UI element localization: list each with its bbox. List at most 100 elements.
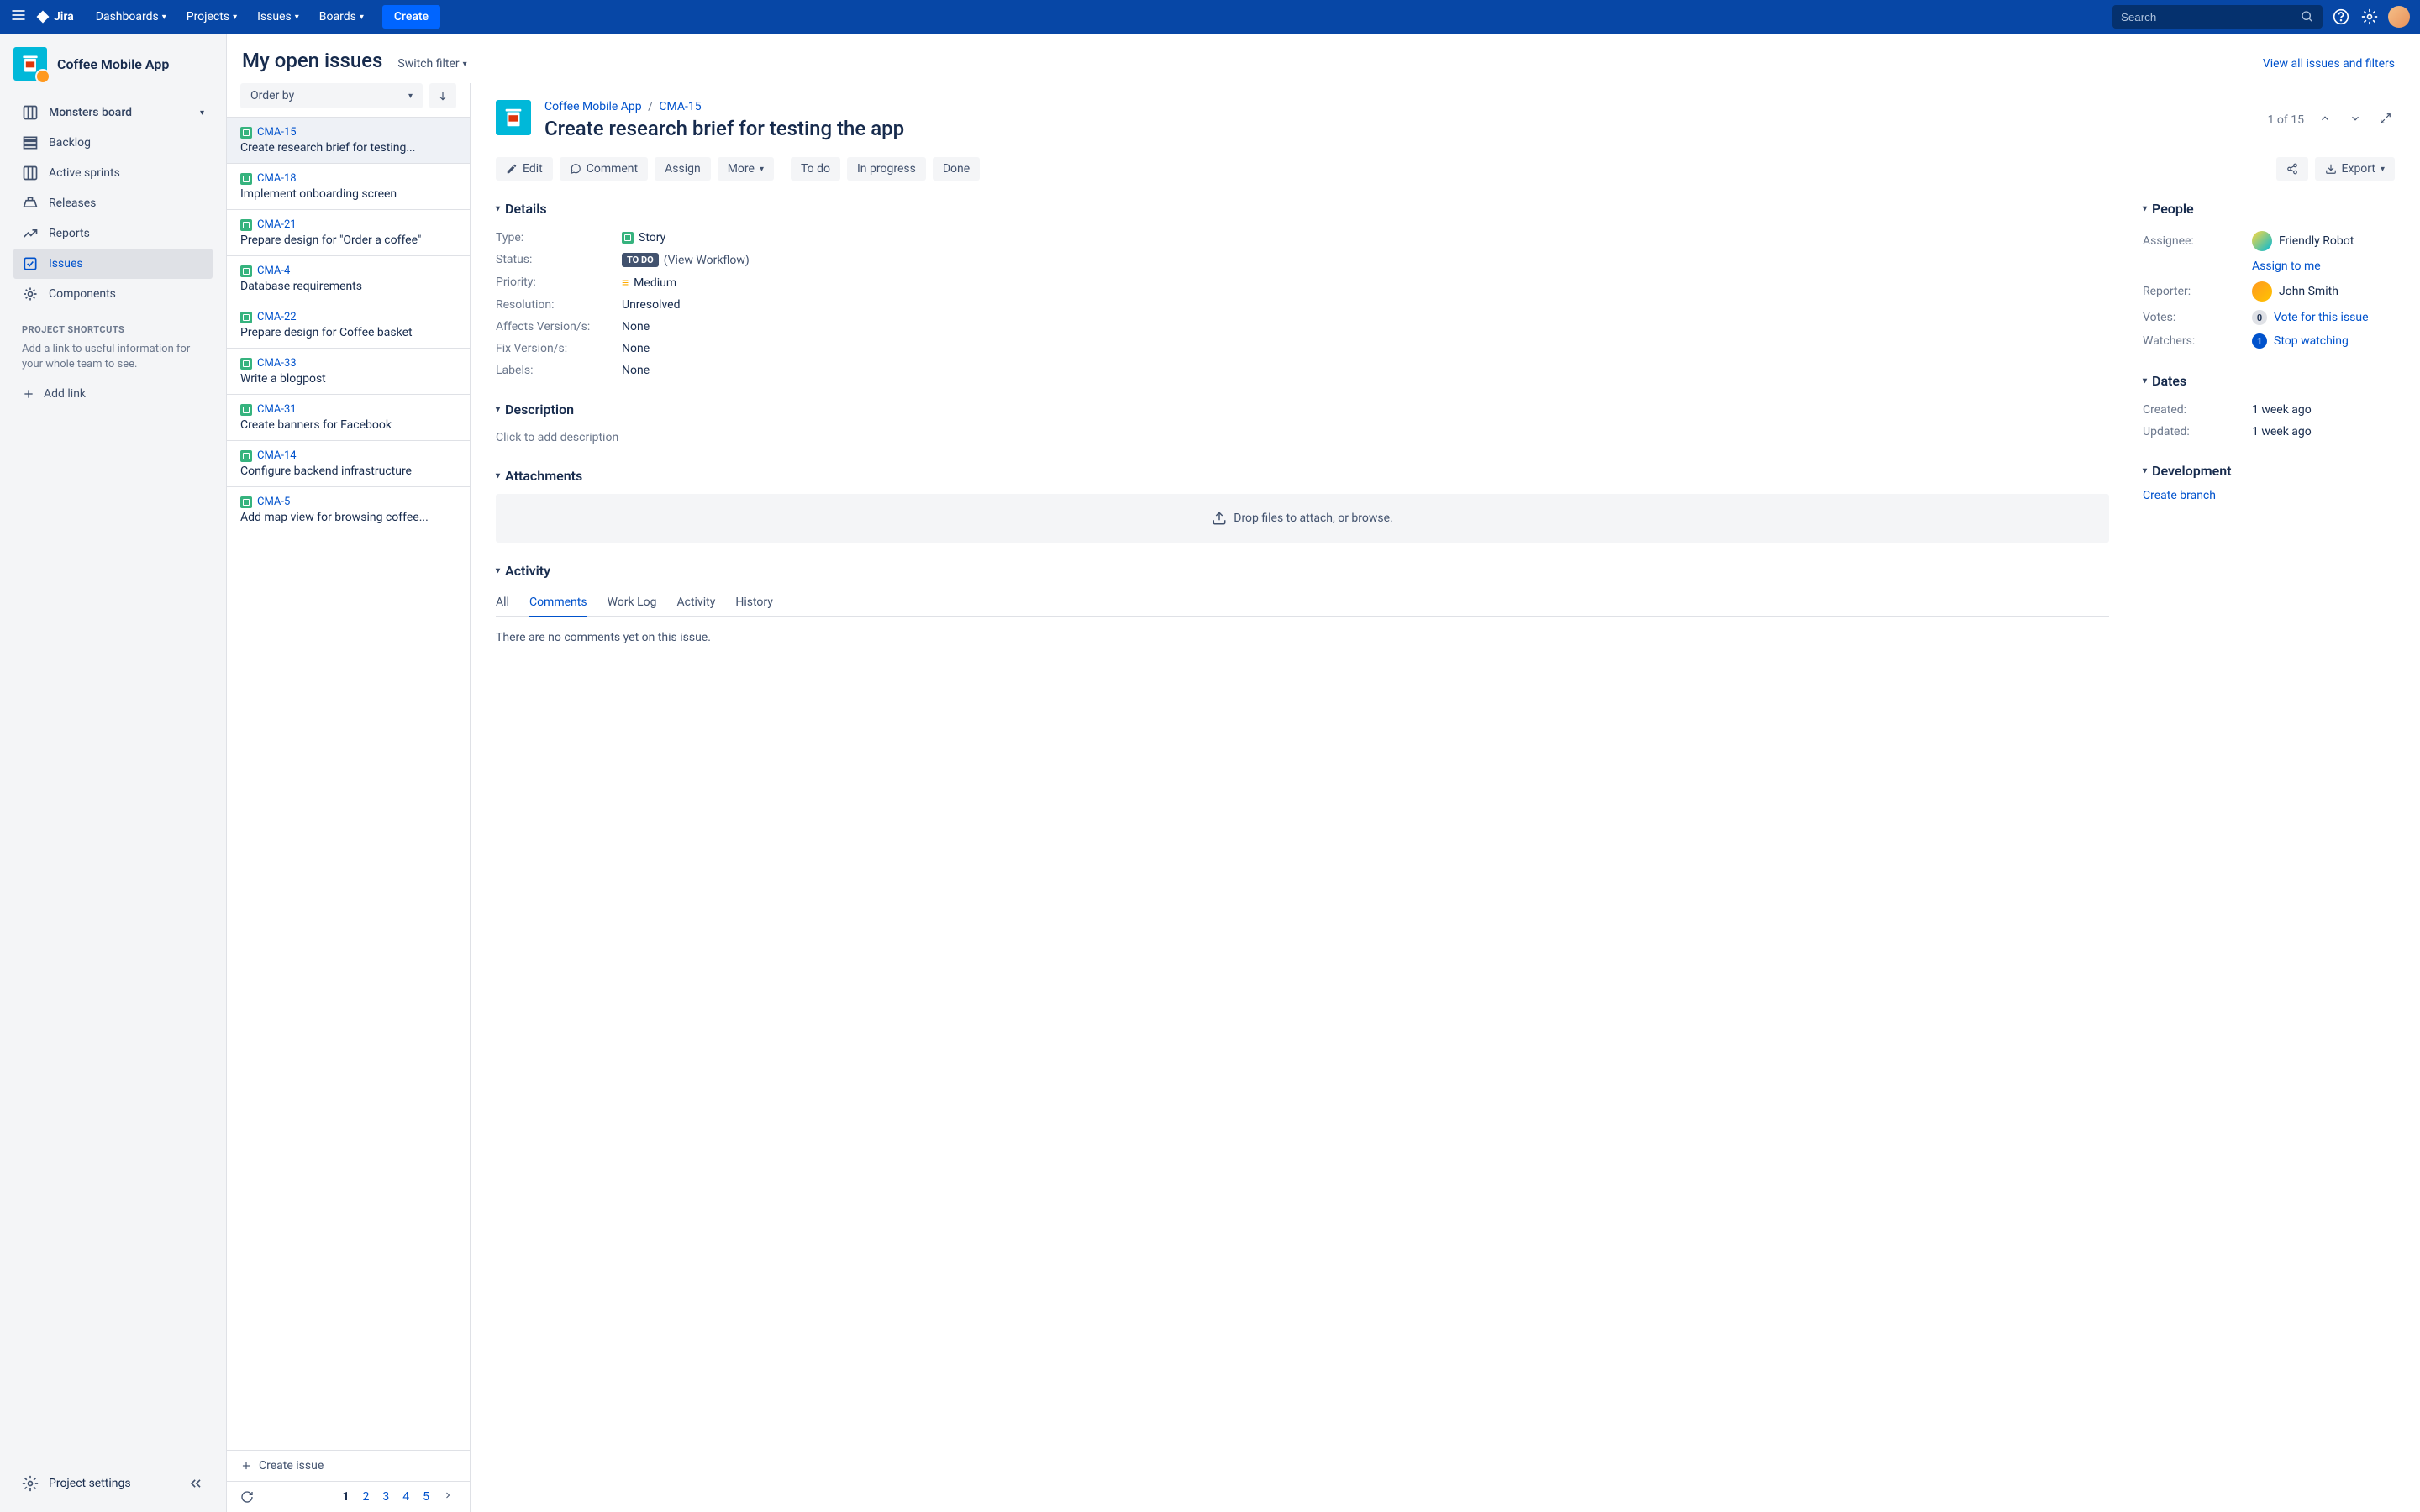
- attachments-section: Attachments Drop files to attach, or bro…: [496, 468, 2109, 543]
- sidebar-item-issues[interactable]: Issues: [13, 249, 213, 279]
- type-value: Story: [639, 231, 666, 244]
- issue-list-item[interactable]: CMA-4 Database requirements: [227, 256, 470, 302]
- people-heading[interactable]: People: [2143, 201, 2395, 217]
- search-input[interactable]: [2121, 11, 2289, 24]
- nav-projects[interactable]: Projects▾: [178, 5, 245, 29]
- next-page-button[interactable]: [439, 1488, 456, 1505]
- pagination: 12345: [227, 1482, 470, 1512]
- page-number[interactable]: 5: [419, 1488, 433, 1505]
- create-button[interactable]: Create: [382, 5, 440, 29]
- project-settings[interactable]: Project settings: [13, 1468, 213, 1499]
- board-selector[interactable]: Monsters board ▾: [13, 97, 213, 128]
- jira-logo[interactable]: Jira: [35, 9, 74, 24]
- breadcrumb-key[interactable]: CMA-15: [659, 100, 701, 113]
- vote-link[interactable]: Vote for this issue: [2274, 311, 2369, 324]
- breadcrumb-project[interactable]: Coffee Mobile App: [544, 100, 642, 113]
- next-issue-button[interactable]: [2346, 109, 2365, 131]
- create-issue-button[interactable]: Create issue: [227, 1451, 470, 1482]
- affects-value: None: [622, 320, 2109, 333]
- created-label: Created:: [2143, 403, 2252, 417]
- issue-list-item[interactable]: CMA-14 Configure backend infrastructure: [227, 441, 470, 487]
- nav-dashboards[interactable]: Dashboards▾: [87, 5, 175, 29]
- assignee-avatar: [2252, 231, 2272, 251]
- view-all-link[interactable]: View all issues and filters: [2263, 57, 2395, 71]
- issue-list-item[interactable]: CMA-31 Create banners for Facebook: [227, 395, 470, 441]
- expand-icon[interactable]: [2376, 109, 2395, 131]
- assign-to-me-link[interactable]: Assign to me: [2252, 260, 2321, 273]
- dates-heading[interactable]: Dates: [2143, 373, 2395, 389]
- status-done-button[interactable]: Done: [933, 157, 980, 181]
- add-link-button[interactable]: Add link: [13, 381, 213, 407]
- collapse-icon[interactable]: [187, 1475, 204, 1492]
- switch-filter[interactable]: Switch filter▾: [397, 57, 466, 71]
- detail-project-icon: [496, 100, 531, 135]
- issue-key: CMA-33: [257, 357, 297, 370]
- issue-list-item[interactable]: CMA-33 Write a blogpost: [227, 349, 470, 395]
- edit-button[interactable]: Edit: [496, 157, 553, 181]
- activity-tab[interactable]: Activity: [676, 589, 715, 617]
- app-switcher-icon[interactable]: [10, 7, 27, 27]
- sprints-icon: [22, 165, 39, 181]
- refresh-icon[interactable]: [240, 1490, 254, 1504]
- help-icon[interactable]: [2331, 7, 2351, 27]
- prev-issue-button[interactable]: [2316, 109, 2334, 131]
- share-button[interactable]: [2276, 157, 2308, 181]
- view-workflow-link[interactable]: (View Workflow): [664, 254, 750, 267]
- issue-list-item[interactable]: CMA-22 Prepare design for Coffee basket: [227, 302, 470, 349]
- activity-heading[interactable]: Activity: [496, 563, 2109, 579]
- nav-items: Dashboards▾ Projects▾ Issues▾ Boards▾ Cr…: [87, 5, 440, 29]
- attachments-heading[interactable]: Attachments: [496, 468, 2109, 484]
- page-number[interactable]: 3: [379, 1488, 392, 1505]
- issue-list-item[interactable]: CMA-21 Prepare design for "Order a coffe…: [227, 210, 470, 256]
- status-badge: TO DO: [622, 253, 659, 267]
- comment-button[interactable]: Comment: [560, 157, 648, 181]
- status-todo-button[interactable]: To do: [791, 157, 840, 181]
- sort-direction-button[interactable]: [429, 83, 456, 108]
- nav-issues[interactable]: Issues▾: [249, 5, 308, 29]
- story-icon: [240, 127, 252, 139]
- no-comments-text: There are no comments yet on this issue.: [496, 631, 2109, 644]
- fix-label: Fix Version/s:: [496, 342, 622, 355]
- status-inprogress-button[interactable]: In progress: [847, 157, 926, 181]
- settings-icon[interactable]: [2360, 7, 2380, 27]
- issue-list-item[interactable]: CMA-5 Add map view for browsing coffee..…: [227, 487, 470, 533]
- details-heading[interactable]: Details: [496, 201, 2109, 217]
- issue-list-item[interactable]: CMA-15 Create research brief for testing…: [227, 118, 470, 164]
- plus-icon: [22, 387, 35, 401]
- sidebar-item-releases[interactable]: Releases: [13, 188, 213, 218]
- description-heading[interactable]: Description: [496, 402, 2109, 417]
- description-placeholder[interactable]: Click to add description: [496, 428, 2109, 448]
- watch-link[interactable]: Stop watching: [2274, 334, 2349, 348]
- activity-tab[interactable]: History: [735, 589, 773, 617]
- order-by-dropdown[interactable]: Order by▾: [240, 83, 423, 108]
- more-button[interactable]: More▾: [718, 157, 774, 181]
- attachments-dropzone[interactable]: Drop files to attach, or browse.: [496, 494, 2109, 543]
- assign-button[interactable]: Assign: [655, 157, 711, 181]
- story-icon: [240, 496, 252, 508]
- user-avatar[interactable]: [2388, 6, 2410, 28]
- sidebar-item-components[interactable]: Components: [13, 279, 213, 309]
- sidebar-item-active-sprints[interactable]: Active sprints: [13, 158, 213, 188]
- page-number[interactable]: 4: [399, 1488, 413, 1505]
- issue-list-item[interactable]: CMA-18 Implement onboarding screen: [227, 164, 470, 210]
- export-button[interactable]: Export▾: [2315, 157, 2395, 181]
- gear-icon: [22, 1475, 39, 1492]
- issues-icon: [22, 255, 39, 272]
- issue-summary: Add map view for browsing coffee...: [240, 511, 456, 524]
- activity-tabs: All Comments Work Log Activity History: [496, 589, 2109, 617]
- nav-boards[interactable]: Boards▾: [311, 5, 372, 29]
- project-name: Coffee Mobile App: [57, 56, 169, 72]
- updated-label: Updated:: [2143, 425, 2252, 438]
- create-branch-link[interactable]: Create branch: [2143, 489, 2395, 502]
- project-icon: [13, 47, 47, 81]
- activity-tab[interactable]: Work Log: [608, 589, 657, 617]
- sidebar-item-reports[interactable]: Reports: [13, 218, 213, 249]
- page-number[interactable]: 1: [339, 1488, 352, 1505]
- issue-title: Create research brief for testing the ap…: [544, 117, 904, 140]
- activity-tab[interactable]: Comments: [529, 589, 587, 617]
- activity-tab[interactable]: All: [496, 589, 509, 617]
- page-number[interactable]: 2: [360, 1488, 373, 1505]
- development-heading[interactable]: Development: [2143, 463, 2395, 479]
- sidebar-item-backlog[interactable]: Backlog: [13, 128, 213, 158]
- search-box[interactable]: [2112, 5, 2323, 29]
